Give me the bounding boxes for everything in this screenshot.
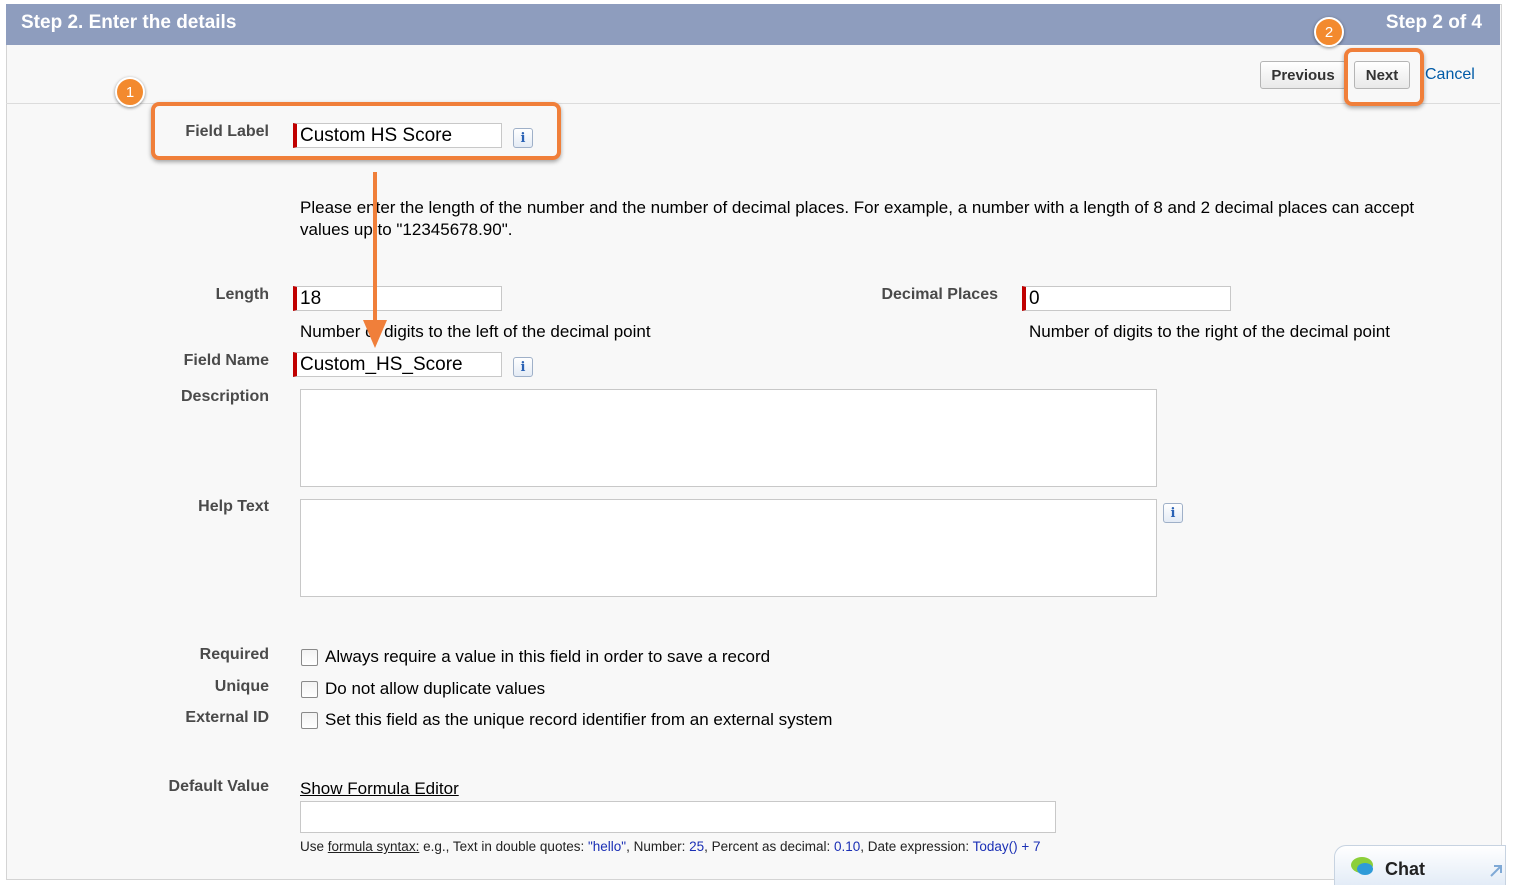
default-value-input[interactable] xyxy=(300,801,1056,833)
length-help: Number of digits to the left of the deci… xyxy=(300,322,651,341)
hint-example: 25 xyxy=(689,839,705,854)
hint-text: , Percent as decimal: xyxy=(704,839,831,854)
show-formula-editor-link[interactable]: Show Formula Editor xyxy=(300,779,459,799)
hint-example: "hello" xyxy=(587,839,627,854)
help-text-label: Help Text xyxy=(198,498,269,515)
previous-button[interactable]: Previous xyxy=(1260,61,1346,89)
callout-box-field-label xyxy=(151,102,561,160)
step-badge-2: 2 xyxy=(1314,17,1344,47)
hint-text: Use xyxy=(300,839,325,854)
step-indicator: Step 2 of 4 xyxy=(1385,12,1482,33)
wizard-header: Step 2. Enter the details Step 2 of 4 xyxy=(6,4,1500,45)
hint-text: , Date expression: xyxy=(860,839,970,854)
unique-text: Do not allow duplicate values xyxy=(325,679,546,698)
instructions-text: Please enter the length of the number an… xyxy=(300,198,1415,239)
decimal-places-input[interactable]: 0 xyxy=(1022,286,1231,311)
cancel-link[interactable]: Cancel xyxy=(1425,66,1475,84)
expand-arrow-icon xyxy=(1490,865,1502,877)
required-checkbox[interactable] xyxy=(301,649,318,666)
hint-text: e.g., Text in double quotes: xyxy=(423,839,585,854)
length-input[interactable]: 18 xyxy=(293,286,502,311)
chat-widget[interactable]: Chat xyxy=(1334,845,1506,885)
default-value-label: Default Value xyxy=(168,778,269,795)
required-text: Always require a value in this field in … xyxy=(325,647,771,666)
external-id-text: Set this field as the unique record iden… xyxy=(325,710,833,729)
description-label: Description xyxy=(180,388,269,405)
hint-example: Today() + 7 xyxy=(972,839,1041,854)
page-title: Step 2. Enter the details xyxy=(21,12,237,33)
chat-label: Chat xyxy=(1385,859,1425,879)
info-icon[interactable]: i xyxy=(513,357,533,377)
hint-example: 0.10 xyxy=(834,839,861,854)
field-name-label: Field Name xyxy=(183,352,269,369)
field-name-input[interactable]: Custom_HS_Score xyxy=(293,352,502,377)
external-id-checkbox[interactable] xyxy=(301,712,318,729)
decimal-places-label: Decimal Places xyxy=(881,286,998,303)
arrow-annotation xyxy=(363,172,387,348)
hint-text: , Number: xyxy=(626,839,686,854)
length-label: Length xyxy=(215,286,269,303)
external-id-label: External ID xyxy=(185,709,269,726)
step-badge-1: 1 xyxy=(115,77,145,107)
formula-syntax-link[interactable]: formula syntax: xyxy=(328,839,420,854)
description-textarea[interactable] xyxy=(300,389,1157,487)
help-text-textarea[interactable] xyxy=(300,499,1157,597)
unique-checkbox[interactable] xyxy=(301,681,318,698)
formula-hint: Use formula syntax: e.g., Text in double… xyxy=(300,837,1070,856)
chat-bubble-icon xyxy=(1351,857,1373,875)
info-icon[interactable]: i xyxy=(1163,503,1183,523)
decimal-places-help: Number of digits to the right of the dec… xyxy=(1029,322,1390,341)
unique-label: Unique xyxy=(214,678,269,695)
callout-box-next xyxy=(1344,48,1424,106)
required-label: Required xyxy=(199,646,269,663)
